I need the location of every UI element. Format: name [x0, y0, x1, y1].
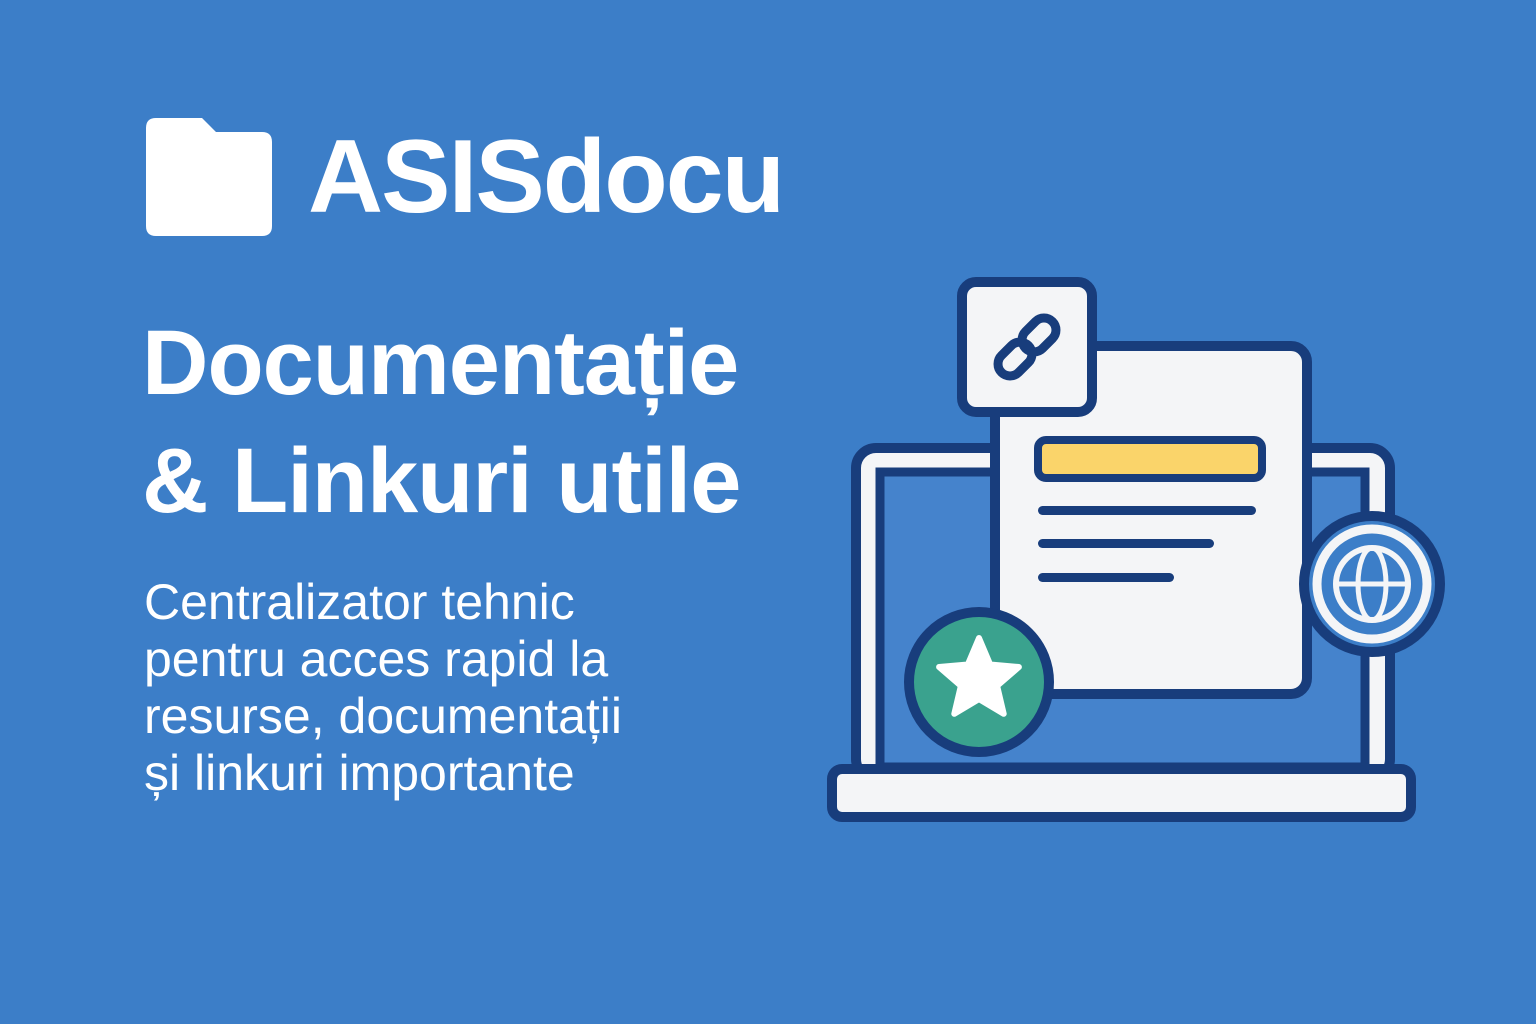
brand: ASISdocu [146, 112, 785, 242]
folder-icon [146, 118, 272, 236]
subtitle-line-4: și linkuri importante [144, 745, 575, 801]
hero-illustration [827, 277, 1445, 822]
star-icon [904, 607, 1054, 757]
page-subtitle: Centralizator tehnic pentru acces rapid … [144, 574, 794, 802]
page-title: Documentație & Linkuri utile [142, 304, 842, 540]
page-title-line-2: & Linkuri utile [142, 430, 741, 532]
link-icon [957, 277, 1097, 417]
page-title-line-1: Documentație [142, 312, 739, 414]
subtitle-line-1: Centralizator tehnic [144, 574, 575, 630]
globe-icon [1299, 511, 1445, 657]
subtitle-line-3: resurse, documentații [144, 688, 623, 744]
brand-name: ASISdocu [308, 119, 785, 235]
subtitle-line-2: pentru acces rapid la [144, 631, 609, 687]
